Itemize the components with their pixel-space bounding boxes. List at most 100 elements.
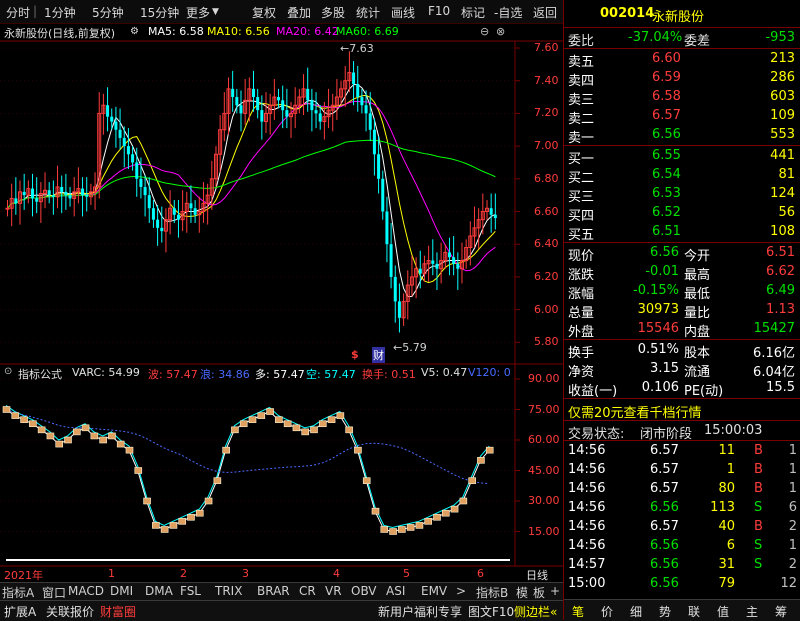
candle-body: [31, 188, 35, 199]
tool-watchlist-button[interactable]: -自选: [494, 4, 522, 21]
dividend-marker[interactable]: $: [351, 348, 359, 361]
tool-multistock-button[interactable]: 多股: [321, 4, 345, 21]
candle-body: [110, 116, 114, 122]
buy-volume: 81: [778, 167, 795, 182]
f10-graphic-link[interactable]: 图文F10: [468, 603, 514, 620]
candle-body: [277, 97, 281, 101]
indicator-tab-12[interactable]: EMV: [421, 584, 447, 598]
period-label[interactable]: 日线: [526, 567, 548, 583]
side-tab-0[interactable]: 笔: [572, 603, 584, 620]
sell-price: 6.58: [652, 89, 681, 104]
tool-draw-button[interactable]: 画线: [391, 4, 415, 21]
indicator-name[interactable]: 指标公式: [18, 366, 62, 382]
chevron-down-icon[interactable]: ▼: [212, 7, 219, 17]
tool-stats-button[interactable]: 统计: [356, 4, 380, 21]
candle-body: [122, 137, 126, 147]
price-tick-label: 7.40: [534, 73, 559, 87]
indicator-tab-1[interactable]: 窗口: [42, 584, 66, 601]
candle-body: [189, 203, 193, 209]
side-tab-6[interactable]: 主: [746, 603, 758, 620]
signal-marker: [134, 467, 143, 474]
settings-icon[interactable]: ⚙: [130, 26, 139, 37]
indicator-tab-3[interactable]: DMI: [110, 584, 133, 598]
promo-row[interactable]: 仅需20元查看千档行情: [564, 401, 800, 421]
stock-code: 002014: [600, 6, 655, 21]
indicator-tab-8[interactable]: CR: [299, 584, 316, 598]
tick-direction: S: [754, 500, 763, 515]
side-tab-5[interactable]: 值: [717, 603, 729, 620]
indicator-tab-11[interactable]: ASI: [386, 584, 405, 598]
indicator-tab-2[interactable]: MACD: [68, 584, 104, 598]
indicator-tab-6[interactable]: TRIX: [215, 584, 242, 598]
minimize-icon[interactable]: ⊖: [480, 25, 489, 38]
stat-value: 6.49: [766, 283, 795, 298]
sidebar-toggle[interactable]: 侧边栏«: [514, 603, 557, 620]
close-icon[interactable]: ⊗: [496, 25, 505, 38]
indicator-tab-5[interactable]: FSL: [180, 584, 201, 598]
signal-marker: [90, 432, 99, 440]
signal-marker: [108, 432, 116, 440]
tool-restore-button[interactable]: 复权: [252, 4, 276, 21]
signal-marker: [169, 522, 178, 529]
buy-label: 买三: [568, 190, 595, 205]
ma5-label: MA5: 6.58: [148, 25, 204, 38]
tick-row: 15:00 6.56 79 12: [564, 575, 800, 593]
indicator-tab-0[interactable]: 指标A: [2, 584, 34, 601]
side-tab-7[interactable]: 筹: [775, 603, 787, 620]
promo-text[interactable]: 仅需20元查看千档行情: [568, 402, 702, 421]
stat-label: 涨跌: [568, 268, 595, 283]
candle-body: [135, 162, 139, 179]
candle-body: [239, 105, 243, 114]
financial-report-marker[interactable]: 财: [372, 347, 385, 363]
side-tab-3[interactable]: 势: [659, 603, 671, 620]
stat-label: 最低: [684, 287, 711, 302]
indicator-tab-4[interactable]: DMA: [145, 584, 173, 598]
indicator-tab-9[interactable]: VR: [325, 584, 342, 598]
chart-canvas[interactable]: [0, 0, 563, 620]
indicator-tab-14[interactable]: 指标B: [476, 584, 508, 601]
indicator-tab-13[interactable]: >: [456, 584, 466, 598]
tool-15min-button[interactable]: 15分钟: [140, 4, 179, 21]
tool-intraday-button[interactable]: 分时: [6, 4, 30, 21]
signal-marker: [485, 446, 494, 454]
signal-marker: [11, 412, 20, 419]
tab-extension-a[interactable]: 扩展A: [4, 603, 36, 620]
tab-related-quotes[interactable]: 关联报价: [46, 603, 94, 620]
stat-row: 涨幅 -0.15% 最低 6.49: [564, 282, 800, 302]
quote-side-tabs: 笔价细势联值主筹: [564, 599, 800, 621]
indicator-tab-10[interactable]: OBV: [351, 584, 377, 598]
tab-fortune-circle[interactable]: 财富圈: [100, 603, 136, 620]
side-tab-2[interactable]: 细: [630, 603, 642, 620]
sell-label: 卖三: [568, 93, 595, 108]
indicator-tab-16[interactable]: 板: [533, 584, 545, 601]
tick-row: 14:56 6.57 11 B 1: [564, 442, 800, 460]
candle-body: [151, 208, 155, 220]
price-axis: 7.60 7.40 7.20 7.00 6.80 6.60 6.40 6.20 6.00 5.80: [520, 41, 563, 364]
fundamental-label: 净资: [568, 365, 595, 380]
indicator-tab-17[interactable]: +: [550, 584, 560, 598]
tool-5min-button[interactable]: 5分钟: [92, 4, 124, 21]
tool-f10-button[interactable]: F10: [428, 4, 450, 18]
tool-overlay-button[interactable]: 叠加: [287, 4, 311, 21]
month-6-label: 6: [477, 567, 484, 580]
tick-row: 14:56 6.57 40 B 2: [564, 518, 800, 536]
sell-row: 卖五 6.60 213: [564, 50, 800, 70]
signal-marker: [37, 426, 46, 434]
new-user-promo-link[interactable]: 新用户福利专享: [378, 603, 462, 620]
buy-price: 6.53: [652, 186, 681, 201]
indicator-tab-15[interactable]: 模: [516, 584, 528, 601]
tool-1min-button[interactable]: 1分钟: [44, 4, 76, 21]
tool-back-button[interactable]: 返回: [533, 4, 557, 21]
indicator-tab-7[interactable]: BRAR: [257, 584, 290, 598]
side-tab-4[interactable]: 联: [688, 603, 700, 620]
candle-body: [193, 208, 197, 215]
side-tab-1[interactable]: 价: [601, 603, 613, 620]
tool-more-button[interactable]: 更多: [186, 4, 210, 21]
signal-marker: [389, 528, 397, 535]
indicator-menu-icon[interactable]: ⊙: [4, 366, 12, 377]
tool-mark-button[interactable]: 标记: [461, 4, 485, 21]
sell-row: 卖一 6.56 553: [564, 126, 800, 146]
candle-body: [126, 146, 130, 155]
fundamental-value: 6.16亿: [753, 346, 795, 361]
signal-marker: [55, 440, 64, 448]
